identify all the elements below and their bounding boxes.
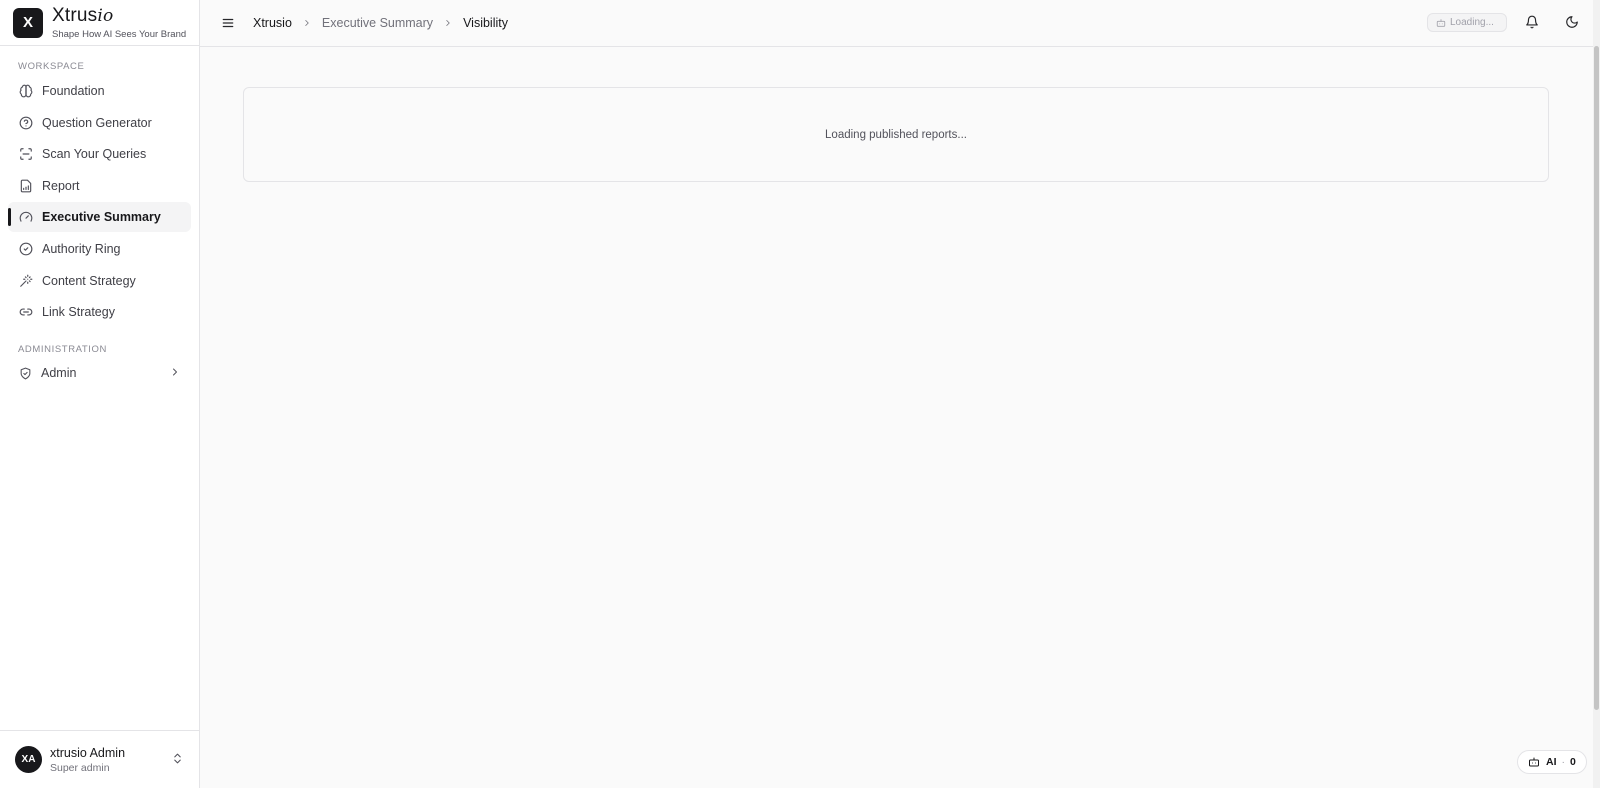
brand-text: Xtrusio Shape How AI Sees Your Brand xyxy=(52,4,187,40)
gauge-icon xyxy=(18,210,33,225)
sidebar-item-foundation[interactable]: Foundation xyxy=(8,76,191,106)
sidebar-item-label: Executive Summary xyxy=(42,210,161,225)
status-text: Loading... xyxy=(1450,17,1494,28)
chevron-right-icon xyxy=(302,18,312,28)
sidebar-item-label: Authority Ring xyxy=(42,241,121,256)
scan-icon xyxy=(18,147,33,162)
bell-icon[interactable] xyxy=(1525,15,1539,34)
sidebar-item-question-generator[interactable]: Question Generator xyxy=(8,108,191,138)
scrollbar-thumb[interactable] xyxy=(1594,46,1599,710)
section-label-administration: ADMINISTRATION xyxy=(18,344,107,355)
logo: X xyxy=(13,7,43,38)
sidebar-nav: Foundation Question Generator Scan Your … xyxy=(8,76,191,329)
sidebar-item-link-strategy[interactable]: Link Strategy xyxy=(8,297,191,327)
file-chart-icon xyxy=(18,178,33,193)
brand-name: Xtrusio xyxy=(52,4,186,26)
link-icon xyxy=(18,305,33,320)
breadcrumb-item-current: Visibility xyxy=(463,16,508,30)
status-badge[interactable]: Loading... xyxy=(1427,13,1507,32)
ai-label: AI xyxy=(1546,756,1557,768)
user-menu[interactable]: XA xtrusio Admin Super admin xyxy=(0,730,200,788)
wand-icon xyxy=(18,273,33,288)
section-label-workspace: WORKSPACE xyxy=(18,61,85,72)
sidebar-item-label: Admin xyxy=(41,366,77,380)
scrollbar[interactable] xyxy=(1593,0,1600,788)
ai-usage-badge[interactable]: AI · 0 xyxy=(1517,750,1587,774)
sidebar-item-label: Link Strategy xyxy=(42,305,115,320)
moon-icon[interactable] xyxy=(1565,15,1579,34)
sidebar-item-report[interactable]: Report xyxy=(8,171,191,201)
user-role: Super admin xyxy=(50,761,110,774)
sidebar-item-content-strategy[interactable]: Content Strategy xyxy=(8,266,191,296)
shield-check-icon xyxy=(18,366,33,381)
brand-name-part1: Xtrus xyxy=(52,4,98,26)
breadcrumb-item-home[interactable]: Xtrusio xyxy=(253,16,292,30)
help-circle-icon xyxy=(18,115,33,130)
user-name: xtrusio Admin xyxy=(50,745,126,760)
sidebar: X Xtrusio Shape How AI Sees Your Brand W… xyxy=(0,0,200,788)
bot-icon xyxy=(1436,18,1446,28)
sidebar-item-label: Report xyxy=(42,178,80,193)
breadcrumb: Xtrusio Executive Summary Visibility xyxy=(253,16,508,30)
sidebar-item-label: Foundation xyxy=(42,84,105,98)
chevron-right-icon xyxy=(169,366,181,381)
sidebar-item-authority-ring[interactable]: Authority Ring xyxy=(8,234,191,264)
brand-name-part2: io xyxy=(97,5,114,26)
breadcrumb-item-section[interactable]: Executive Summary xyxy=(322,16,433,30)
menu-icon[interactable] xyxy=(221,16,235,30)
brand-tagline: Shape How AI Sees Your Brand xyxy=(52,28,187,40)
sidebar-item-admin[interactable]: Admin xyxy=(8,358,191,388)
top-header: Xtrusio Executive Summary Visibility Loa… xyxy=(200,0,1593,47)
check-circle-icon xyxy=(18,241,33,256)
loading-message: Loading published reports... xyxy=(825,128,967,141)
avatar: XA xyxy=(15,746,42,773)
brain-icon xyxy=(18,84,33,99)
sidebar-item-label: Question Generator xyxy=(42,115,152,130)
bot-icon xyxy=(1528,756,1540,768)
separator-dot: · xyxy=(1561,756,1566,768)
ai-count: 0 xyxy=(1570,756,1576,768)
sidebar-item-label: Content Strategy xyxy=(42,273,136,288)
sidebar-item-label: Scan Your Queries xyxy=(42,147,147,162)
brand-header[interactable]: X Xtrusio Shape How AI Sees Your Brand xyxy=(0,0,199,46)
sidebar-item-scan-your-queries[interactable]: Scan Your Queries xyxy=(8,139,191,169)
sidebar-item-executive-summary[interactable]: Executive Summary xyxy=(8,202,191,233)
reports-card: Loading published reports... xyxy=(243,87,1549,182)
chevron-right-icon xyxy=(443,18,453,28)
chevrons-up-down-icon xyxy=(171,752,184,770)
user-info: xtrusio Admin Super admin xyxy=(50,746,125,774)
